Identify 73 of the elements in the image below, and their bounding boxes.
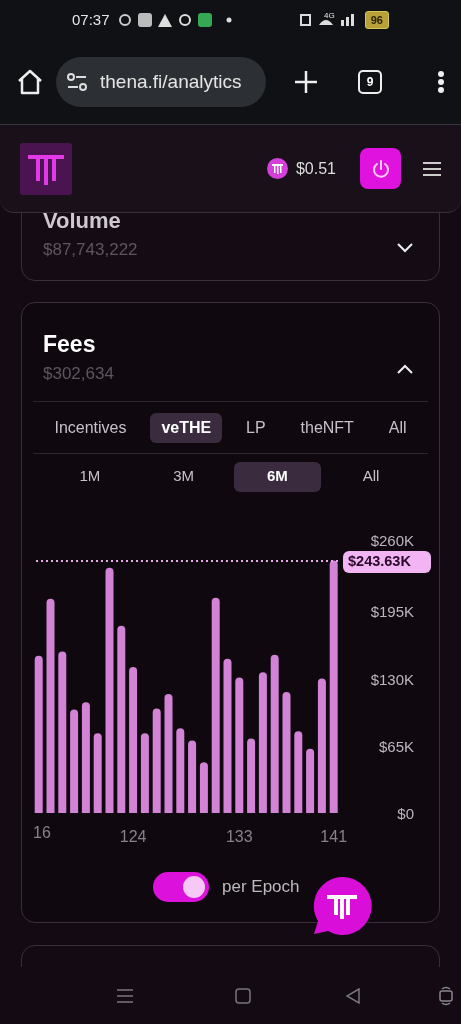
power-button[interactable] <box>360 148 401 189</box>
bar[interactable] <box>199 762 208 813</box>
toggle-label: per Epoch <box>222 876 300 899</box>
bar[interactable] <box>247 738 256 813</box>
bar[interactable] <box>211 597 220 813</box>
network-label: 4G <box>324 10 335 22</box>
more-icon[interactable] <box>437 70 445 94</box>
ref-line-label: $243.63K <box>348 552 412 569</box>
y-axis-label: $195K <box>370 603 414 621</box>
y-axis-label: $0 <box>397 805 414 822</box>
address-bar[interactable]: thena.fi/analytics <box>56 57 266 107</box>
bar[interactable] <box>294 731 303 813</box>
site-settings-icon[interactable] <box>66 73 88 91</box>
card-value: $302,634 <box>43 363 114 385</box>
bar[interactable] <box>235 677 244 813</box>
battery-indicator: 96 <box>364 10 389 30</box>
dot-icon <box>225 17 232 23</box>
triangle-icon <box>157 13 172 27</box>
y-axis-label: $65K <box>378 737 414 755</box>
menu-icon[interactable] <box>423 161 441 176</box>
bar[interactable] <box>152 708 161 813</box>
bar[interactable] <box>188 740 197 813</box>
chevron-icon[interactable] <box>397 364 413 374</box>
recent-apps-icon[interactable] <box>117 988 133 1003</box>
card-title: Volume <box>43 207 121 235</box>
range-tab[interactable]: 1M <box>46 461 134 492</box>
x-axis-label: 141 <box>320 828 348 845</box>
bar[interactable] <box>117 625 126 813</box>
home-button-icon[interactable] <box>235 987 251 1004</box>
card-title: Fees <box>43 330 96 359</box>
bar[interactable] <box>306 748 315 813</box>
rotate-icon[interactable] <box>438 985 454 1006</box>
card-value: $87,743,222 <box>43 239 138 261</box>
filter-tab[interactable]: All <box>377 412 418 443</box>
bar[interactable] <box>81 702 90 813</box>
filter-tab[interactable]: LP <box>235 412 277 443</box>
bar[interactable] <box>258 672 267 813</box>
chevron-icon[interactable] <box>397 243 413 253</box>
tooltip-label: $243.63K <box>343 550 431 573</box>
range-tab[interactable]: All <box>327 461 415 492</box>
app-icon <box>137 13 152 27</box>
filter-tab[interactable]: Incentives <box>43 412 138 443</box>
logo-icon[interactable] <box>20 142 72 195</box>
bar[interactable] <box>58 651 67 813</box>
bar[interactable] <box>70 709 79 813</box>
range-tab[interactable]: 3M <box>139 461 228 492</box>
x-axis-label: 16 <box>33 824 51 842</box>
home-icon[interactable] <box>16 68 44 96</box>
power-icon <box>370 158 391 179</box>
bar[interactable] <box>329 560 338 813</box>
x-axis-label: 124 <box>119 828 147 845</box>
bar[interactable] <box>140 733 149 813</box>
filter-tab[interactable]: theNFT <box>289 412 365 443</box>
token-icon <box>266 158 288 179</box>
bar[interactable] <box>129 667 138 813</box>
url-text: thena.fi/analytics <box>100 69 242 94</box>
chat-bubble-icon[interactable] <box>312 877 372 935</box>
tab-count-button[interactable]: 9 <box>358 70 382 94</box>
y-axis-label: $130K <box>370 670 414 688</box>
bar[interactable] <box>270 654 279 813</box>
back-icon[interactable] <box>346 987 360 1004</box>
y-axis-label: $260K <box>370 532 414 549</box>
filter-tab[interactable]: veTHE <box>150 412 223 443</box>
x-axis-label: 133 <box>225 828 253 845</box>
bar[interactable] <box>34 655 43 813</box>
bar[interactable] <box>176 728 185 813</box>
bar[interactable] <box>317 678 326 813</box>
status-time: 07:37 <box>72 9 110 30</box>
new-tab-icon[interactable] <box>294 70 318 94</box>
range-tab[interactable]: 6M <box>233 461 322 492</box>
bar[interactable] <box>93 733 102 813</box>
toggle-switch[interactable] <box>153 872 209 902</box>
signal-icon <box>341 14 355 26</box>
